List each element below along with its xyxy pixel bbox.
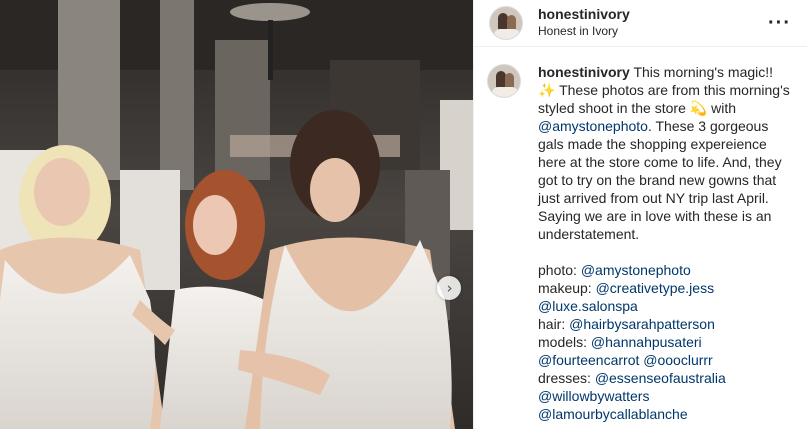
caption-line: . These 3 gorgeous gals made the shoppin… [538, 118, 782, 242]
bridal-photo-illustration [0, 0, 473, 429]
credit-line: models: @hannahpusateri @fourteencarrot … [538, 333, 791, 369]
caption-line: These photos are from this morning's sty… [538, 82, 790, 116]
credit-label: photo: [538, 262, 577, 278]
credit-line: makeup: @creativetype.jess @luxe.salonsp… [538, 279, 791, 315]
credit-label: hair: [538, 316, 566, 332]
mention-link[interactable]: @amystonephoto [581, 262, 691, 278]
credit-label: dresses: [538, 370, 591, 386]
mention-link[interactable]: @amystonephoto [538, 118, 648, 134]
post-header: honestinivory Honest in Ivory ··· [474, 0, 807, 47]
more-horizontal-icon[interactable]: ··· [768, 12, 791, 35]
mention-link[interactable]: @hairbysarahpatterson [569, 316, 715, 332]
sparkles-emoji: ✨ [538, 82, 556, 98]
next-photo-button[interactable]: › [437, 276, 461, 300]
mention-link[interactable]: @fourteencarrot [538, 352, 639, 368]
credit-label: models: [538, 334, 588, 350]
mention-link[interactable]: @hannahpusateri [591, 334, 702, 350]
mention-link[interactable]: @willowbywatters [538, 388, 649, 404]
credit-line: hair: @hairbysarahpatterson [538, 315, 791, 333]
caption: honestinivory This morning's magic!! ✨ T… [474, 47, 807, 423]
mention-link[interactable]: @essenseofaustralia [595, 370, 726, 386]
avatar[interactable] [490, 7, 522, 39]
caption-avatar[interactable] [488, 65, 520, 97]
mention-link[interactable]: @oooclurrr [643, 352, 712, 368]
caption-text: honestinivory This morning's magic!! ✨ T… [538, 63, 791, 423]
caption-line: This morning's magic!! [633, 64, 774, 80]
chevron-right-icon: › [446, 278, 453, 297]
caption-username[interactable]: honestinivory [538, 64, 630, 80]
mention-link[interactable]: @luxe.salonspa [538, 298, 638, 314]
instagram-post: › honestinivory Honest in Ivory ··· hone… [0, 0, 807, 429]
credit-line: photo: @amystonephoto [538, 261, 791, 279]
credit-label: makeup: [538, 280, 592, 296]
credit-line: dresses: @essenseofaustralia @willowbywa… [538, 369, 791, 423]
post-side-panel: honestinivory Honest in Ivory ··· honest… [473, 0, 807, 429]
mention-link[interactable]: @creativetype.jess [596, 280, 714, 296]
post-username[interactable]: honestinivory [538, 6, 630, 23]
dizzy-emoji: 💫 [689, 100, 708, 116]
post-photo[interactable]: › [0, 0, 473, 429]
mention-link[interactable]: @lamourbycallablanche [538, 406, 688, 422]
caption-line: with [711, 100, 736, 116]
post-location[interactable]: Honest in Ivory [538, 23, 630, 40]
